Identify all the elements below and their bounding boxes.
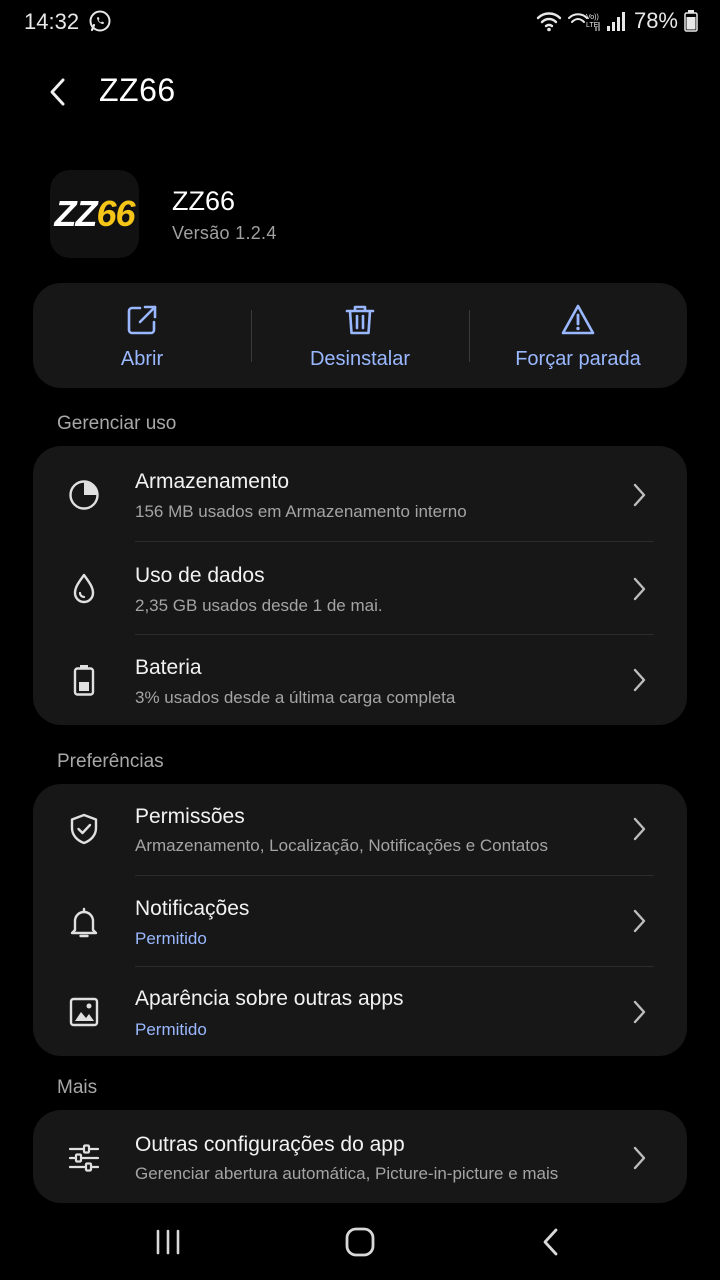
whatsapp-icon [89,10,111,32]
data-drop-icon [73,573,95,604]
warning-icon [561,304,595,335]
uninstall-label: Desinstalar [309,348,411,370]
storage-row[interactable]: Armazenamento 156 MB usados em Armazenam… [33,446,687,542]
preferences-card: Permissões Armazenamento, Localização, N… [33,784,687,1056]
permissions-row[interactable]: Permissões Armazenamento, Localização, N… [33,784,687,876]
battery-row[interactable]: Bateria 3% usados desde a última carga c… [33,635,687,725]
overlay-row[interactable]: Aparência sobre outras apps Permitido [33,967,687,1056]
data-usage-title: Uso de dados [135,564,265,587]
chevron-right-icon [633,668,646,692]
signal-icon [606,12,625,31]
action-card: Abrir Desinstalar Forçar parada [33,283,687,388]
app-version: Versão 1.2.4 [172,223,277,243]
overlay-title: Aparência sobre outras apps [135,987,404,1010]
chevron-right-icon [633,817,646,841]
trash-icon [345,305,375,335]
recents-button[interactable] [138,1222,198,1262]
battery-subtitle: 3% usados desde a última carga completa [135,688,456,707]
force-stop-button[interactable]: Forçar parada [469,283,687,388]
permissions-title: Permissões [135,805,245,828]
battery-icon [73,665,95,696]
page-title: ZZ66 [99,72,176,108]
open-label: Abrir [120,348,164,370]
wifi-icon [536,12,562,32]
permissions-subtitle: Armazenamento, Localização, Notificações… [135,836,548,855]
status-icons: Vo)) LTE1 78% [536,8,698,34]
home-button[interactable] [330,1222,390,1262]
status-time: 14:32 [24,9,80,34]
navigation-bar [0,1202,720,1280]
overlay-status: Permitido [135,1020,207,1039]
uninstall-button[interactable]: Desinstalar [251,283,469,388]
sliders-icon [68,1144,100,1172]
battery-icon [684,10,698,32]
svg-text:Vo)): Vo)) [586,14,599,21]
logo-text-zz: ZZ [54,193,97,234]
svg-text:LTE1: LTE1 [586,22,600,29]
chevron-right-icon [633,1000,646,1024]
app-header: ZZ 66 ZZ66 Versão 1.2.4 [50,170,690,260]
logo-text-66: 66 [96,193,135,234]
shield-check-icon [70,813,98,845]
chevron-right-icon [633,483,646,507]
notifications-title: Notificações [135,897,250,920]
app-name: ZZ66 [172,186,236,216]
section-title-preferences: Preferências [57,751,164,772]
data-usage-subtitle: 2,35 GB usados desde 1 de mai. [135,596,383,615]
notifications-row[interactable]: Notificações Permitido [33,876,687,967]
image-overlay-icon [69,997,99,1027]
section-title-usage: Gerenciar uso [57,413,177,434]
battery-title: Bateria [135,656,202,679]
chevron-right-icon [633,577,646,601]
bell-icon [70,907,98,938]
app-logo: ZZ 66 [50,170,139,258]
back-icon [543,1228,558,1256]
other-settings-row[interactable]: Outras configurações do app Gerenciar ab… [33,1110,687,1203]
chevron-left-icon [50,78,65,106]
more-card: Outras configurações do app Gerenciar ab… [33,1110,687,1203]
chevron-right-icon [633,909,646,933]
storage-pie-icon [69,480,99,510]
recents-icon [156,1229,180,1255]
status-bar: 14:32 Vo)) LTE1 78% [0,0,720,44]
volte-signal-icon: Vo)) LTE1 [567,13,600,31]
open-external-icon [127,305,157,335]
usage-card: Armazenamento 156 MB usados em Armazenam… [33,446,687,725]
data-usage-row[interactable]: Uso de dados 2,35 GB usados desde 1 de m… [33,542,687,635]
storage-subtitle: 156 MB usados em Armazenamento interno [135,502,467,521]
other-settings-subtitle: Gerenciar abertura automática, Picture-i… [135,1164,559,1183]
other-settings-title: Outras configurações do app [135,1133,405,1156]
notifications-status: Permitido [135,929,207,948]
home-icon [345,1227,375,1257]
app-bar: ZZ66 [0,62,720,122]
force-stop-label: Forçar parada [515,348,641,370]
section-title-more: Mais [57,1077,98,1098]
storage-title: Armazenamento [135,470,290,493]
battery-percent: 78% [633,8,678,33]
back-button[interactable] [36,68,80,116]
chevron-right-icon [633,1146,646,1170]
nav-back-button[interactable] [521,1222,581,1262]
open-button[interactable]: Abrir [33,283,251,388]
